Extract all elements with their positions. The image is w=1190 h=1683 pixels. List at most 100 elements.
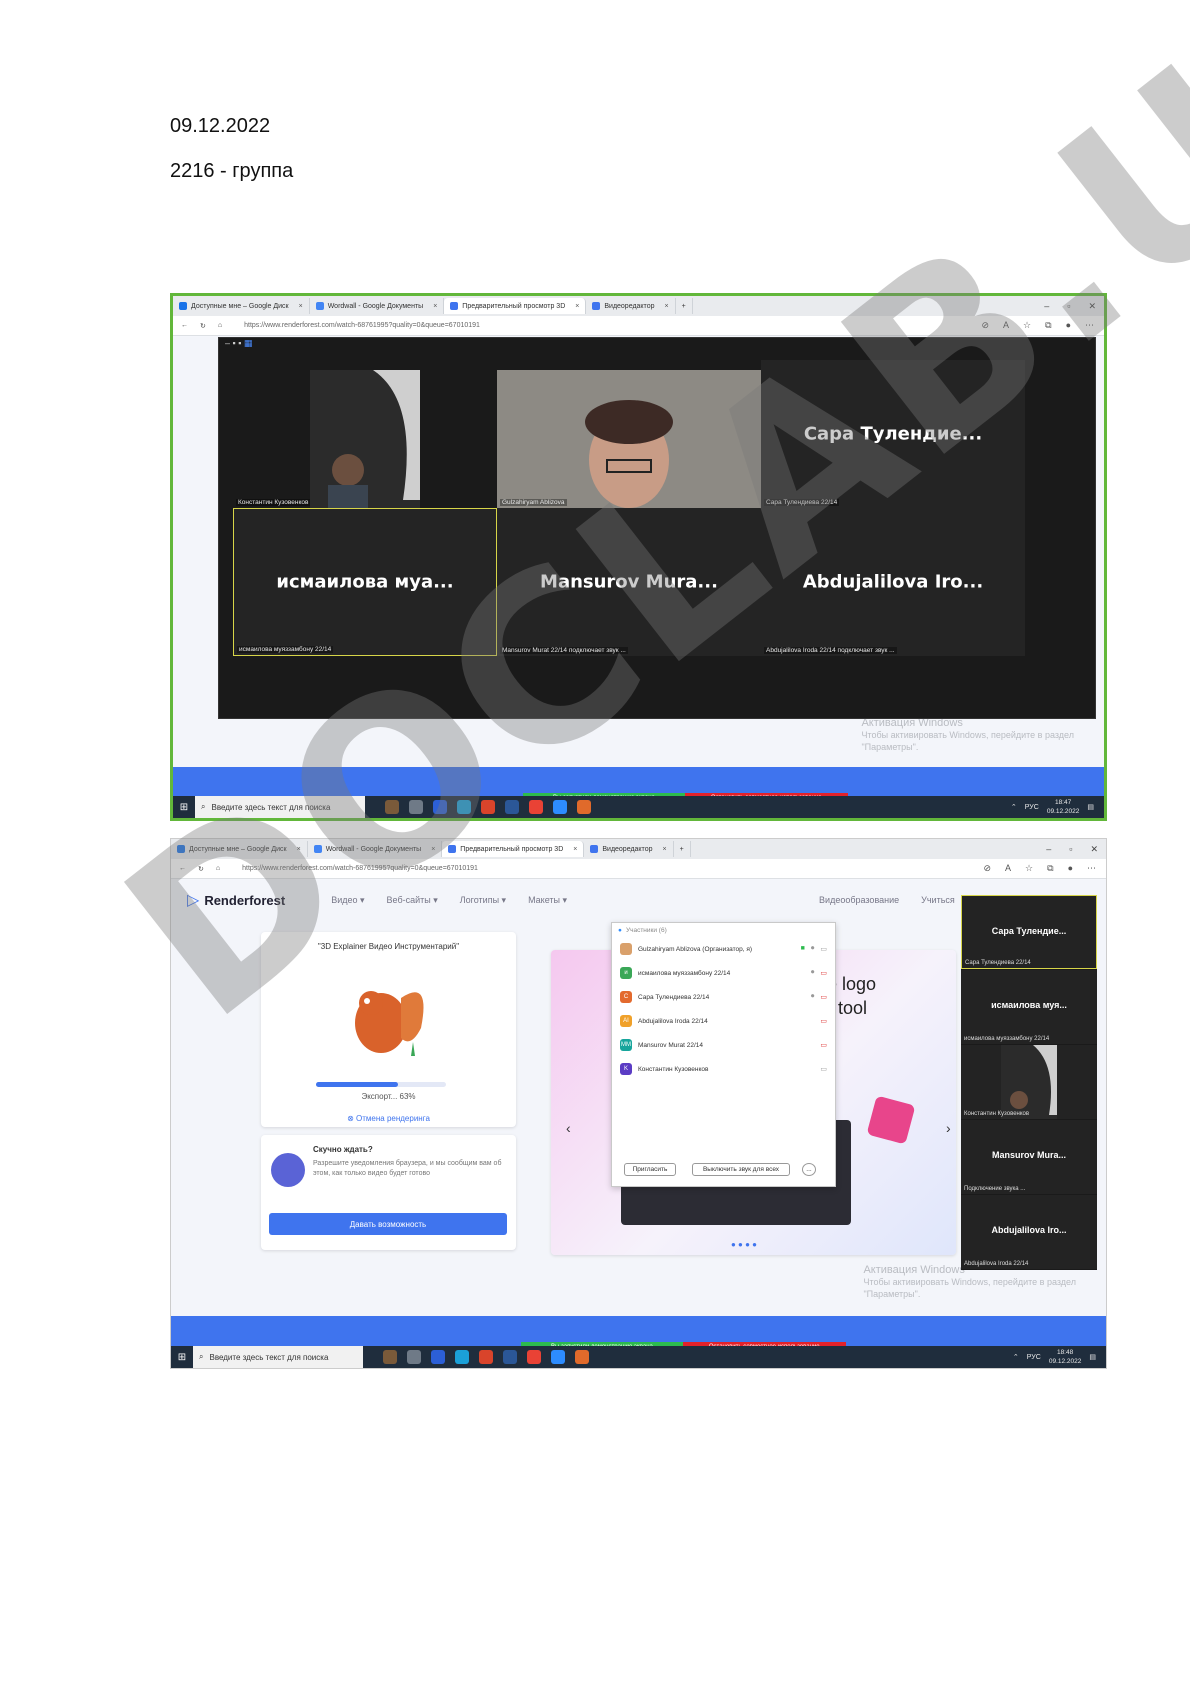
wifi-icon[interactable]: ⌃ [1011,803,1017,811]
lang-indicator[interactable]: РУС [1025,804,1039,811]
lang-indicator[interactable]: РУС [1027,1354,1041,1361]
minimize-icon[interactable]: – [1046,844,1051,855]
extension-icon[interactable]: ⊘ [983,863,991,874]
carousel-dots[interactable]: ● ● ● ● [731,1240,757,1249]
word-icon[interactable] [505,800,519,814]
more-options-button[interactable]: ... [802,1163,816,1176]
taskbar-apps [383,1350,589,1364]
side-video-tile[interactable]: Abdujalilova Iro... Abdujalilova Iroda 22… [961,1195,1097,1269]
close-icon[interactable]: ✕ [1090,844,1098,855]
back-icon[interactable]: ← [179,865,186,872]
telegram-icon[interactable] [575,1350,589,1364]
zoom-icon[interactable] [551,1350,565,1364]
side-video-tile[interactable]: Константин Кузовенков [961,1045,1097,1119]
read-aloud-icon[interactable]: A [1003,320,1009,331]
nav-learn[interactable]: Учиться [921,895,955,905]
cancel-render-link[interactable]: ⊗ Отмена рендеринга [261,1114,516,1123]
menu-icon[interactable]: ⋯ [1085,320,1094,331]
maximize-icon[interactable]: ▫ [1067,301,1070,312]
zoom-icon[interactable] [553,800,567,814]
participant-row[interactable]: и исмаилова муяззамбону 22/14 ⏺ ▭ [612,961,835,985]
notifications-icon[interactable]: ▤ [1089,1353,1096,1361]
edge-icon[interactable] [455,1350,469,1364]
minimize-icon[interactable]: – [1044,301,1049,312]
clock[interactable]: 18:47 09.12.2022 [1047,798,1080,816]
task-view-icon[interactable] [409,800,423,814]
video-tile[interactable]: Сара Тулендие... Сара Тулендиева 22/14 [761,360,1025,508]
gallery-view-icon[interactable]: ▦ [244,338,253,348]
browser-tab-active[interactable]: Предварительный просмотр 3D × [444,298,587,314]
profile-icon[interactable]: ● [1066,320,1071,331]
carousel-next-icon[interactable]: › [946,1120,951,1136]
url-field[interactable]: https://www.renderforest.com/watch-68761… [244,322,480,329]
participant-row[interactable]: K Константин Кузовенков ▭ [612,1057,835,1081]
nav-websites[interactable]: Веб-сайты ▾ [387,895,438,906]
participant-row[interactable]: AI Abdujalilova Iroda 22/14 ▭ [612,1009,835,1033]
search-icon: ⌕ [201,802,206,811]
taskbar-search[interactable]: ⌕ Введите здесь текст для поиска [195,796,365,818]
favorites-icon[interactable]: ☆ [1023,320,1031,331]
wifi-icon[interactable]: ⌃ [1013,1353,1019,1361]
read-aloud-icon[interactable]: A [1005,863,1011,874]
new-tab-button[interactable]: + [676,298,693,314]
carousel-prev-icon[interactable]: ‹ [566,1120,571,1136]
profile-icon[interactable]: ● [1068,863,1073,874]
reload-icon[interactable]: ↻ [198,865,204,873]
video-tile-active-speaker[interactable]: исмаилова муа... исмаилова муяззамбону 2… [233,508,497,656]
renderforest-logo[interactable]: ▷ Renderforest [187,890,285,910]
edge-icon[interactable] [457,800,471,814]
chrome-icon[interactable] [529,800,543,814]
browser-tab-active[interactable]: Предварительный просмотр 3D × [442,841,585,857]
nav-mockups[interactable]: Макеты ▾ [528,895,567,906]
video-tile[interactable]: Mansurov Mura... Mansurov Murat 22/14 по… [497,508,761,656]
participant-row[interactable]: Gulzahiryam Ablizova (Организатор, я) ■ ⏺ ▭ [612,937,835,961]
browser-tab[interactable]: Доступные мне – Google Диск × [171,841,308,857]
invite-button[interactable]: Пригласить [624,1163,676,1176]
clock[interactable]: 18:48 09.12.2022 [1049,1348,1082,1366]
browser-tab[interactable]: Видеоредактор × [586,298,676,314]
browser-tab[interactable]: Wordwall - Google Документы × [310,298,445,314]
menu-icon[interactable]: ⋯ [1087,863,1096,874]
video-tile[interactable]: Gulzahiryam Ablizova [497,360,761,510]
back-icon[interactable]: ← [181,322,188,329]
extension-icon[interactable]: ⊘ [981,320,989,331]
collections-icon[interactable]: ⧉ [1047,863,1053,874]
powerpoint-icon[interactable] [479,1350,493,1364]
windows-start-icon[interactable]: ⊞ [173,802,195,813]
reload-icon[interactable]: ↻ [200,322,206,330]
home-icon[interactable]: ⌂ [216,865,220,872]
mute-all-button[interactable]: Выключить звук для всех [692,1163,790,1176]
url-field[interactable]: https://www.renderforest.com/watch-68761… [242,865,478,872]
side-video-tile[interactable]: Mansurov Mura... Подключение звука ... [961,1120,1097,1194]
zoom-view-controls[interactable]: – ▪ ▪ ▦ [219,338,1095,352]
nav-video[interactable]: Видео ▾ [331,895,364,906]
maximize-icon[interactable]: ▫ [1069,844,1072,855]
close-icon[interactable]: ✕ [1088,301,1096,312]
side-video-tile[interactable]: исмаилова муя... исмаилова муяззамбону 22… [961,970,1097,1044]
windows-start-icon[interactable]: ⊞ [171,1352,193,1363]
home-icon[interactable]: ⌂ [218,322,222,329]
powerpoint-icon[interactable] [481,800,495,814]
chrome-icon[interactable] [527,1350,541,1364]
notifications-icon[interactable]: ▤ [1087,803,1094,811]
browser-tab[interactable]: Видеоредактор × [584,841,674,857]
new-tab-button[interactable]: + [674,841,691,857]
participant-row[interactable]: C Сара Тулендиева 22/14 ⏺ ▭ [612,985,835,1009]
browser-tab[interactable]: Доступные мне – Google Диск × [173,298,310,314]
taskbar-search[interactable]: ⌕ Введите здесь текст для поиска [193,1346,363,1368]
nav-video-education[interactable]: Видеообразование [819,895,899,905]
save-icon[interactable] [431,1350,445,1364]
save-icon[interactable] [433,800,447,814]
browser-tab[interactable]: Wordwall - Google Документы × [308,841,443,857]
video-tile[interactable]: Abdujalilova Iro... Abdujalilova Iroda 2… [761,508,1025,656]
task-view-icon[interactable] [407,1350,421,1364]
favorites-icon[interactable]: ☆ [1025,863,1033,874]
nav-logos[interactable]: Логотипы ▾ [460,895,506,906]
allow-notifications-button[interactable]: Давать возможность [269,1213,507,1235]
collections-icon[interactable]: ⧉ [1045,320,1051,331]
participant-row[interactable]: MM Mansurov Murat 22/14 ▭ [612,1033,835,1057]
telegram-icon[interactable] [577,800,591,814]
side-video-tile[interactable]: Сара Тулендие... Сара Тулендиева 22/14 [961,895,1097,969]
video-tile[interactable]: Константин Кузовенков [233,360,497,518]
word-icon[interactable] [503,1350,517,1364]
